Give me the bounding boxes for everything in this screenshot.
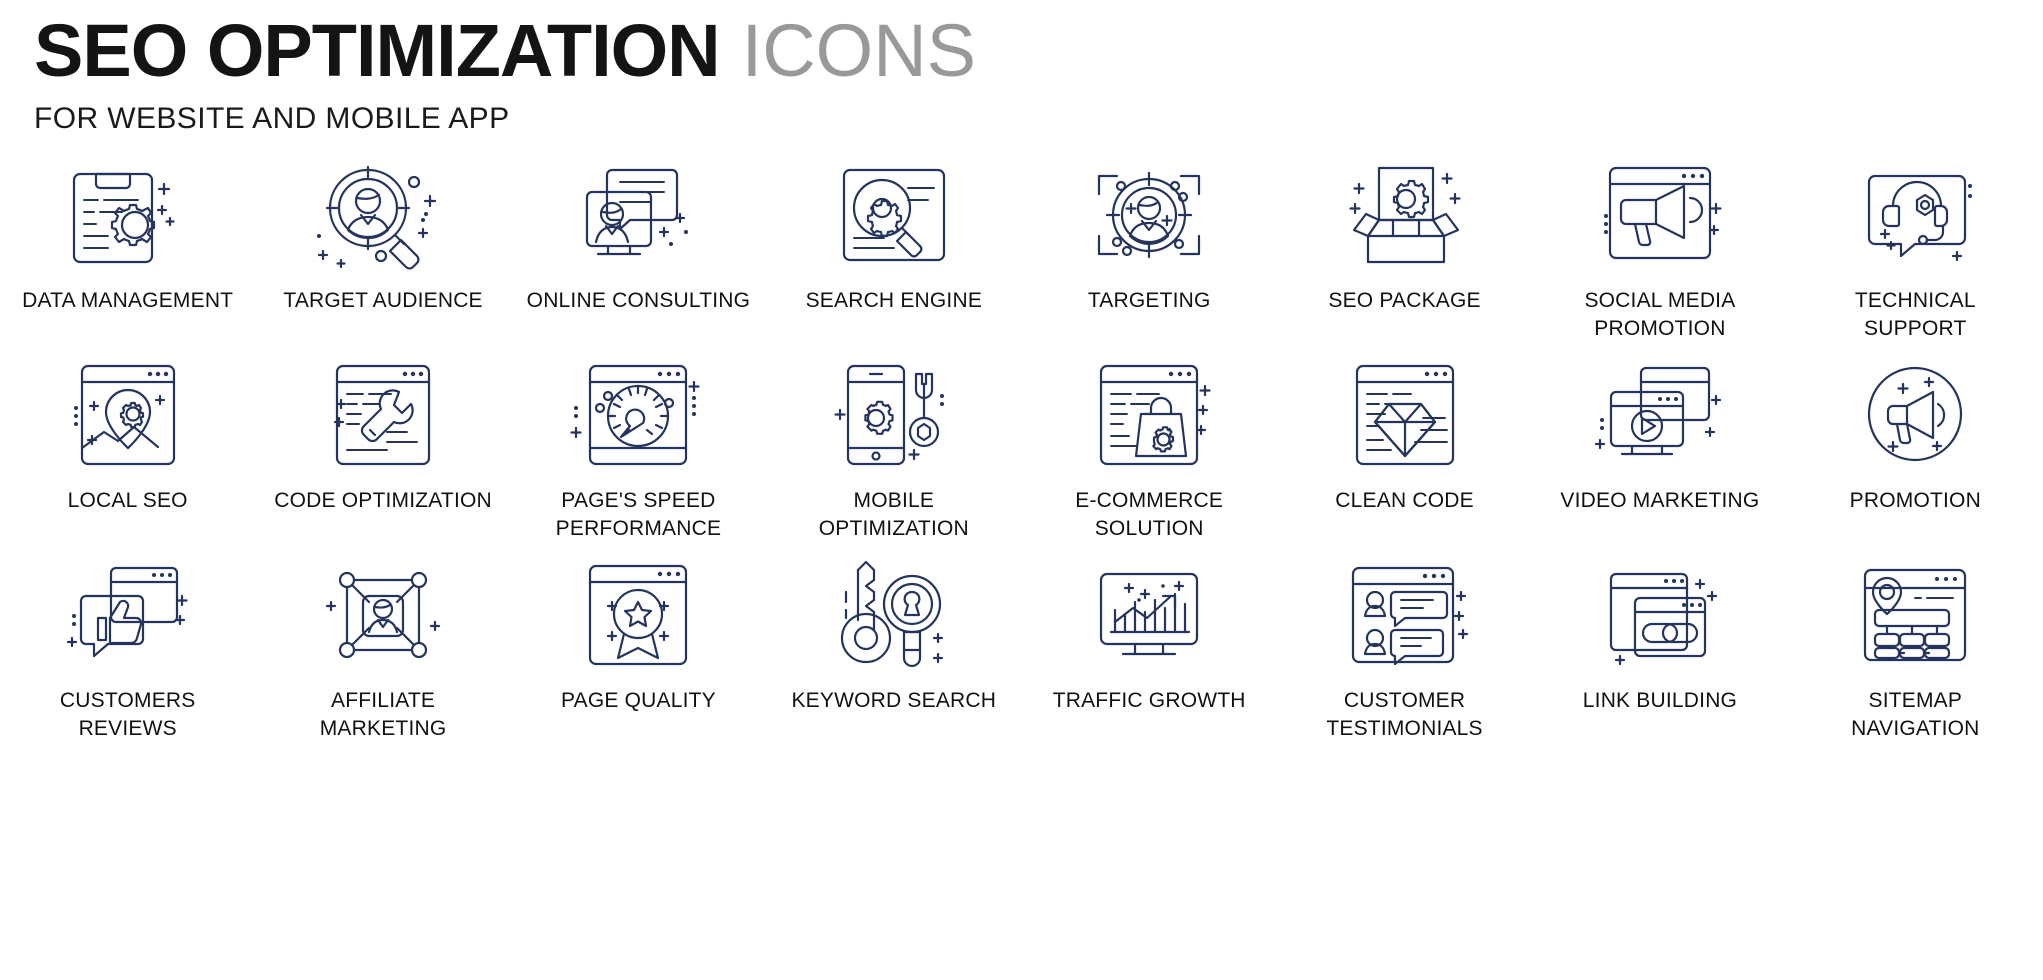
open-box-gear-icon xyxy=(1330,152,1480,277)
page-subtitle: FOR WEBSITE AND MOBILE APP xyxy=(34,102,510,135)
icon-label: CUSTOMER TESTIMONIALS xyxy=(1326,689,1483,740)
crosshair-user-icon xyxy=(1074,152,1224,277)
icon-label: TRAFFIC GROWTH xyxy=(1052,689,1246,712)
icon-label: TECHNICAL SUPPORT xyxy=(1854,289,1976,340)
icon-label: PAGE'S SPEED PERFORMANCE xyxy=(555,489,722,540)
browser-sitemap-pin-icon xyxy=(1840,552,1990,677)
icon-cell[interactable]: PROMOTION xyxy=(1788,352,2043,552)
icon-cell[interactable]: PAGE'S SPEED PERFORMANCE xyxy=(511,352,766,552)
icon-label: SOCIAL MEDIA PROMOTION xyxy=(1584,289,1736,340)
icon-label: CUSTOMERS REVIEWS xyxy=(59,689,196,740)
key-magnifier-icon xyxy=(819,552,969,677)
icon-cell[interactable]: PAGE QUALITY xyxy=(511,552,766,752)
document-gear-icon xyxy=(53,152,203,277)
map-pin-gear-icon xyxy=(53,352,203,477)
icon-label: TARGETING xyxy=(1087,289,1211,312)
icon-cell[interactable]: AFFILIATE MARKETING xyxy=(255,552,510,752)
icon-label: SITEMAP NAVIGATION xyxy=(1851,689,1980,740)
title-light-text: ICONS xyxy=(741,9,976,92)
icon-label: E-COMMERCE SOLUTION xyxy=(1075,489,1224,540)
icon-label: MOBILE OPTIMIZATION xyxy=(818,489,969,540)
icon-cell[interactable]: TARGET AUDIENCE xyxy=(255,152,510,352)
icon-cell[interactable]: SEO PACKAGE xyxy=(1277,152,1532,352)
page-title: SEO OPTIMIZATION ICONS xyxy=(34,14,2043,88)
icon-cell[interactable]: LINK BUILDING xyxy=(1532,552,1787,752)
phone-gear-wrench-icon xyxy=(819,352,969,477)
browser-testimonial-icon xyxy=(1330,552,1480,677)
icon-label: ONLINE CONSULTING xyxy=(526,289,751,312)
network-user-icon xyxy=(308,552,458,677)
browser-megaphone-icon xyxy=(1585,152,1735,277)
icon-label: CLEAN CODE xyxy=(1335,489,1474,512)
icon-cell[interactable]: CODE OPTIMIZATION xyxy=(255,352,510,552)
icon-cell[interactable]: DATA MANAGEMENT xyxy=(0,152,255,352)
icon-cell[interactable]: VIDEO MARKETING xyxy=(1532,352,1787,552)
headset-support-icon xyxy=(1840,152,1990,277)
browser-diamond-icon xyxy=(1330,352,1480,477)
icon-grid: DATA MANAGEMENT TARGET AUDIENCE ONLINE C… xyxy=(0,152,2043,752)
icon-cell[interactable]: SOCIAL MEDIA PROMOTION xyxy=(1532,152,1787,352)
browser-speedometer-icon xyxy=(563,352,713,477)
circle-megaphone-icon xyxy=(1840,352,1990,477)
icon-label: LOCAL SEO xyxy=(67,489,188,512)
monitor-growth-chart-icon xyxy=(1074,552,1224,677)
icon-cell[interactable]: CLEAN CODE xyxy=(1277,352,1532,552)
browser-chain-link-icon xyxy=(1585,552,1735,677)
icon-label: AFFILIATE MARKETING xyxy=(319,689,447,740)
icon-cell[interactable]: LOCAL SEO xyxy=(0,352,255,552)
icon-label: KEYWORD SEARCH xyxy=(791,689,997,712)
browser-shopping-bag-gear-icon xyxy=(1074,352,1224,477)
icon-cell[interactable]: CUSTOMER TESTIMONIALS xyxy=(1277,552,1532,752)
magnifier-gear-page-icon xyxy=(819,152,969,277)
icon-cell[interactable]: CUSTOMERS REVIEWS xyxy=(0,552,255,752)
icon-label: LINK BUILDING xyxy=(1582,689,1738,712)
icon-label: PAGE QUALITY xyxy=(560,689,716,712)
icon-label: CODE OPTIMIZATION xyxy=(274,489,492,512)
monitor-play-icon xyxy=(1585,352,1735,477)
icon-cell[interactable]: E-COMMERCE SOLUTION xyxy=(1022,352,1277,552)
title-bold-text: SEO OPTIMIZATION xyxy=(34,9,721,92)
icon-cell[interactable]: TRAFFIC GROWTH xyxy=(1022,552,1277,752)
icon-cell[interactable]: ONLINE CONSULTING xyxy=(511,152,766,352)
icon-label: SEARCH ENGINE xyxy=(805,289,983,312)
icon-label: DATA MANAGEMENT xyxy=(22,289,234,312)
icon-cell[interactable]: SEARCH ENGINE xyxy=(766,152,1021,352)
icon-set-page: SEO OPTIMIZATION ICONS FOR WEBSITE AND M… xyxy=(0,0,2043,980)
icon-cell[interactable]: TECHNICAL SUPPORT xyxy=(1788,152,2043,352)
magnifier-user-icon xyxy=(308,152,458,277)
icon-cell[interactable]: KEYWORD SEARCH xyxy=(766,552,1021,752)
icon-label: SEO PACKAGE xyxy=(1328,289,1481,312)
browser-star-badge-icon xyxy=(563,552,713,677)
icon-label: PROMOTION xyxy=(1849,489,1981,512)
monitor-consultant-icon xyxy=(563,152,713,277)
icon-label: TARGET AUDIENCE xyxy=(283,289,483,312)
browser-wrench-icon xyxy=(308,352,458,477)
icon-cell[interactable]: SITEMAP NAVIGATION xyxy=(1788,552,2043,752)
icon-label: VIDEO MARKETING xyxy=(1560,489,1760,512)
icon-cell[interactable]: TARGETING xyxy=(1022,152,1277,352)
header: SEO OPTIMIZATION ICONS FOR WEBSITE AND M… xyxy=(0,0,2043,136)
icon-cell[interactable]: MOBILE OPTIMIZATION xyxy=(766,352,1021,552)
thumbs-up-chat-icon xyxy=(53,552,203,677)
